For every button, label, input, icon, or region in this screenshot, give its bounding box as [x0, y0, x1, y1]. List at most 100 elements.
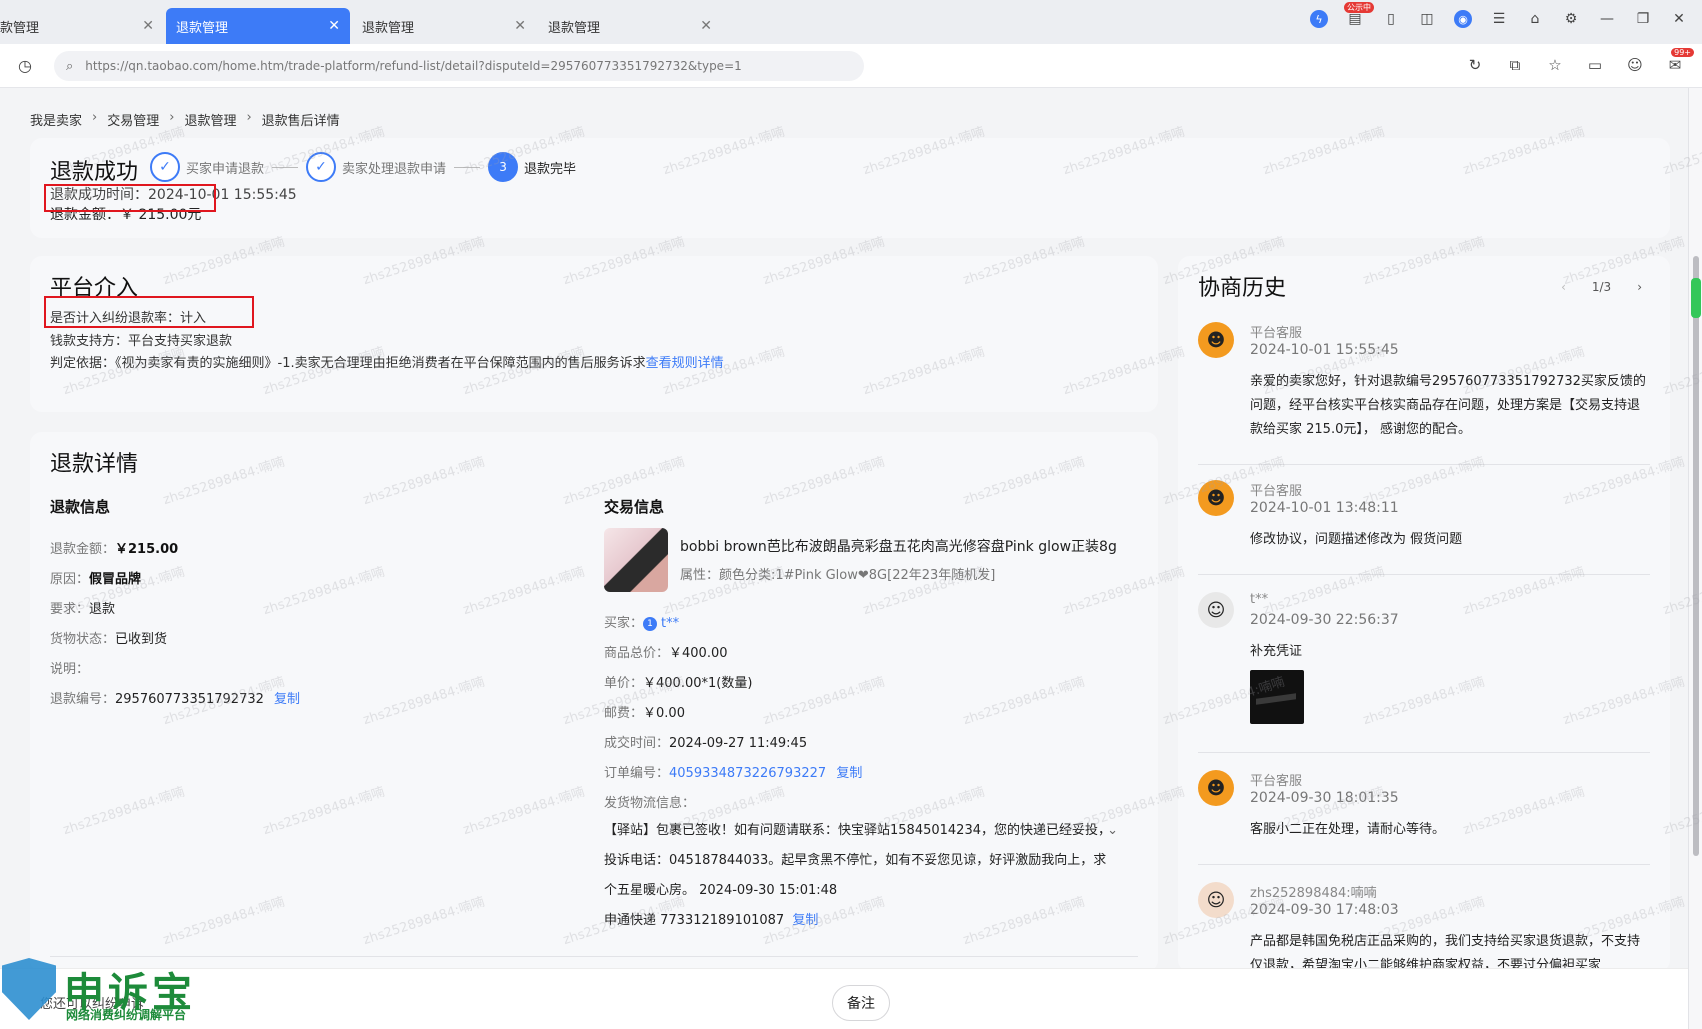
- value: 假冒品牌: [89, 572, 142, 587]
- smile-icon[interactable]: ☺: [1626, 56, 1644, 74]
- window-toolbar: ϟ ▤ 公示中 ▯ ◫ ◉ ☰ ⌂ ⚙ — ❐ ✕: [1310, 2, 1688, 28]
- history-time: 2024-10-01 13:48:11: [1250, 500, 1399, 516]
- chevron-down-icon[interactable]: ⌄: [1107, 816, 1118, 846]
- history-item: ☻ 平台客服 2024-09-30 18:01:35 客服小二正在处理，请耐心等…: [1198, 770, 1650, 860]
- reason-row: 原因：假冒品牌: [50, 568, 141, 587]
- trade-info-heading: 交易信息: [604, 498, 665, 516]
- close-icon[interactable]: ✕: [328, 18, 340, 34]
- scrollbar-thumb[interactable]: [1693, 256, 1699, 856]
- tab-refund-management-1[interactable]: 款管理 ✕: [0, 8, 164, 44]
- logistics-text: 【驿站】包裹已签收！如有问题请联系：快宝驿站15845014234，您的快递已经…: [604, 823, 1111, 898]
- negotiation-history-card: 协商历史 ‹ 1/3 › ☻ 平台客服 2024-10-01 15:55:45 …: [1178, 256, 1670, 972]
- divider: [50, 956, 1138, 957]
- breadcrumb-seller[interactable]: 我是卖家: [30, 110, 82, 129]
- copy-refund-no-button[interactable]: 复制: [274, 692, 300, 707]
- note-row: 说明：: [50, 658, 89, 677]
- history-item: ☻ 平台客服 2024-10-01 13:48:11 修改协议，问题描述修改为 …: [1198, 480, 1650, 560]
- copy-express-button[interactable]: 复制: [792, 913, 818, 928]
- watermark-logo: 申诉宝 网络消费纠纷调解平台: [0, 958, 220, 1028]
- history-icon[interactable]: ◷: [18, 56, 38, 76]
- label: 买家：: [604, 616, 644, 631]
- evidence-image[interactable]: [1250, 670, 1304, 724]
- close-icon[interactable]: ✕: [700, 18, 712, 34]
- tab-refund-management-3[interactable]: 退款管理 ✕: [352, 8, 536, 44]
- history-time: 2024-09-30 22:56:37: [1250, 612, 1399, 628]
- lightning-icon[interactable]: ϟ: [1310, 10, 1328, 28]
- browser-tab-bar: 款管理 ✕ 退款管理 ✕ 退款管理 ✕ 退款管理 ✕ ϟ ▤ 公示中 ▯ ◫ ◉ …: [0, 0, 1702, 44]
- step-seller-handle: ✓ 卖家处理退款申请: [306, 152, 446, 182]
- history-time: 2024-10-01 15:55:45: [1250, 342, 1399, 358]
- history-item: ☺ zhs252898484:喃喃 2024-09-30 17:48:03 产品…: [1198, 882, 1650, 972]
- folder-icon[interactable]: ▭: [1586, 56, 1604, 74]
- refresh-icon[interactable]: ↻: [1466, 56, 1484, 74]
- divider: [1198, 464, 1650, 465]
- minimize-icon[interactable]: —: [1598, 10, 1616, 28]
- buyer-row: 买家： 1 t**: [604, 612, 679, 631]
- tab-label: 退款管理: [362, 20, 415, 36]
- settings-icon[interactable]: ⚙: [1562, 10, 1580, 28]
- product-title[interactable]: bobbi brown芭比布波朗晶亮彩盘五花肉高光修容盘Pink glow正装8…: [680, 536, 1117, 556]
- history-name: 平台客服: [1250, 484, 1303, 499]
- step-complete: 3 退款完毕: [488, 152, 576, 182]
- url-input[interactable]: ⌕ https://qn.taobao.com/home.htm/trade-p…: [54, 51, 864, 81]
- history-text: 修改协议，问题描述修改为 假货问题: [1250, 532, 1463, 547]
- product-image[interactable]: [604, 528, 668, 592]
- chevron-right-icon[interactable]: ›: [1637, 280, 1642, 294]
- tab-refund-management-active[interactable]: 退款管理 ✕: [166, 8, 350, 44]
- shirt-icon[interactable]: ⌂: [1526, 10, 1544, 28]
- step-label: 买家申请退款: [186, 161, 265, 177]
- label: 单价：: [604, 676, 644, 691]
- buyer-link[interactable]: t**: [661, 616, 679, 631]
- address-toolbar: ↻ ⧉ ☆ ▭ ☺ ✉ 99+: [1466, 48, 1694, 74]
- publicity-icon[interactable]: ▤ 公示中: [1344, 2, 1374, 28]
- divider: [1198, 574, 1650, 575]
- step-label: 退款完毕: [524, 161, 577, 177]
- phone-icon[interactable]: ▯: [1382, 10, 1400, 28]
- value: ￥400.00*1(数量): [643, 676, 753, 691]
- page-scrollbar[interactable]: [1688, 88, 1702, 1029]
- order-no-link[interactable]: 4059334873226793227: [669, 766, 826, 781]
- history-time: 2024-09-30 17:48:03: [1250, 902, 1399, 918]
- deal-time-row: 成交时间：2024-09-27 11:49:45: [604, 732, 807, 751]
- step-connector: [454, 166, 481, 168]
- copy-icon[interactable]: ⧉: [1506, 56, 1524, 74]
- copy-order-no-button[interactable]: 复制: [836, 766, 862, 781]
- bookmark-panel-icon[interactable]: ◫: [1418, 10, 1436, 28]
- chevron-left-icon[interactable]: ‹: [1561, 280, 1566, 294]
- check-icon: ✓: [306, 152, 337, 182]
- close-icon[interactable]: ✕: [514, 18, 526, 34]
- history-item: ☺ t** 2024-09-30 22:56:37 补充凭证: [1198, 592, 1650, 752]
- value: 2024-09-27 11:49:45: [669, 736, 808, 751]
- tab-refund-management-4[interactable]: 退款管理 ✕: [538, 8, 722, 44]
- star-icon[interactable]: ☆: [1546, 56, 1564, 74]
- judgment-basis-text: 判定依据：《视为卖家有责的实施细则》-1.卖家无合理理由拒绝消费者在平台保障范围…: [50, 356, 646, 371]
- history-name: t**: [1250, 592, 1269, 607]
- value: ￥215.00: [115, 542, 179, 557]
- fund-support-line: 钱款支持方：平台支持买家退款: [50, 334, 233, 349]
- history-time: 2024-09-30 18:01:35: [1250, 790, 1399, 806]
- express-no: 申通快递 773312189101087: [604, 913, 785, 928]
- side-widget-icon[interactable]: [1691, 278, 1701, 318]
- check-icon: ✓: [150, 152, 180, 182]
- label: 退款编号：: [50, 692, 116, 707]
- history-name: zhs252898484:喃喃: [1250, 886, 1377, 901]
- close-window-icon[interactable]: ✕: [1670, 10, 1688, 28]
- divider: [1198, 864, 1650, 865]
- history-name: 平台客服: [1250, 774, 1303, 789]
- note-icon[interactable]: ☰: [1490, 10, 1508, 28]
- label: 退款金额：: [50, 542, 116, 557]
- message-icon[interactable]: ✉ 99+: [1666, 48, 1694, 74]
- restore-icon[interactable]: ❐: [1634, 10, 1652, 28]
- view-rule-link[interactable]: 查看规则详情: [646, 356, 724, 371]
- close-icon[interactable]: ✕: [142, 18, 154, 34]
- history-text: 产品都是韩国免税店正品采购的，我们支持给买家退货退款，不支持仅退款，希望淘宝小二…: [1250, 934, 1641, 972]
- remark-button[interactable]: 备注: [832, 985, 890, 1021]
- postage-row: 邮费：￥0.00: [604, 702, 685, 721]
- shield-fist-icon: [2, 958, 56, 1020]
- headset-icon[interactable]: ◉: [1454, 10, 1472, 28]
- breadcrumb-trade[interactable]: 交易管理: [107, 110, 159, 129]
- refund-info-heading: 退款信息: [50, 498, 111, 516]
- detail-title: 退款详情: [50, 452, 139, 477]
- label: 邮费：: [604, 706, 644, 721]
- breadcrumb-refund[interactable]: 退款管理: [184, 110, 236, 129]
